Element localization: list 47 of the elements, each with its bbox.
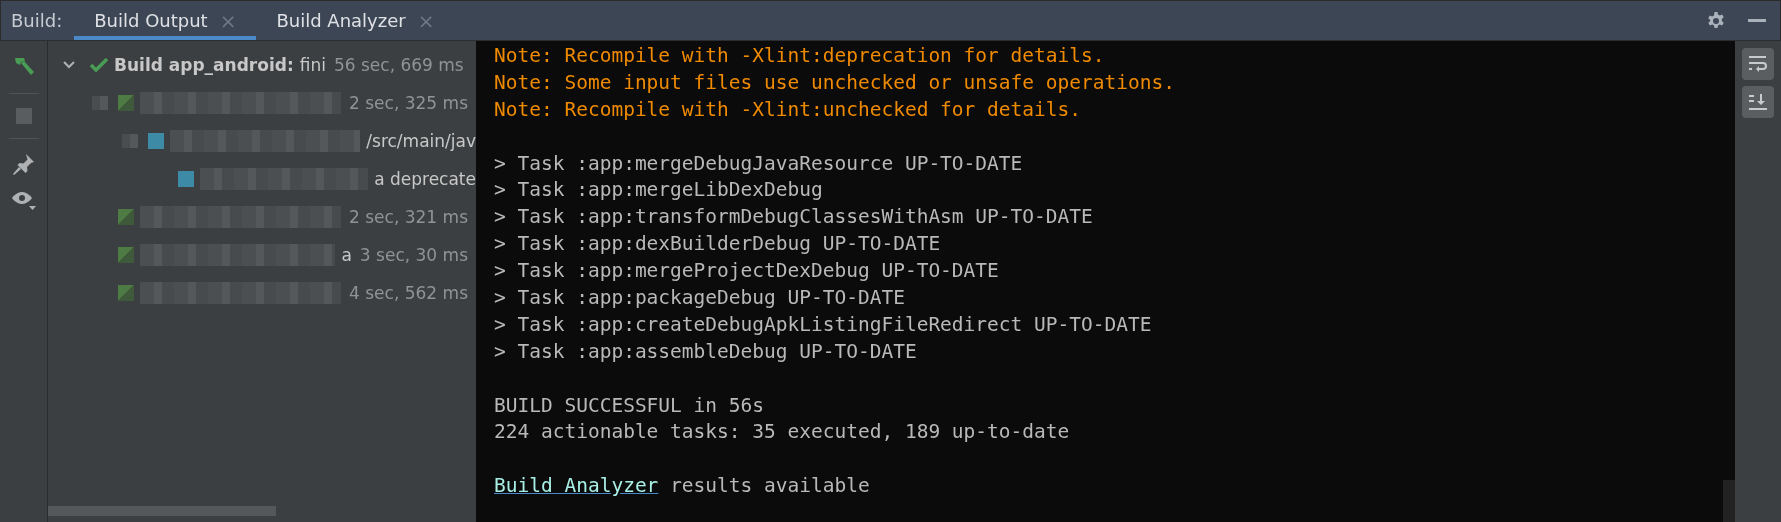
pin-icon[interactable]: [12, 153, 35, 175]
tree-label: a: [341, 245, 352, 265]
scroll-to-end-button[interactable]: [1742, 86, 1774, 118]
pixelated-task-icon: [118, 95, 134, 111]
console-link[interactable]: Build Analyzer: [494, 474, 659, 498]
console-line: 224 actionable tasks: 35 executed, 189 up-to-date: [494, 419, 1071, 446]
tab[interactable]: Build Analyzer ×: [256, 1, 455, 40]
console-line: > Task :app:mergeProjectDexDebug UP-TO-DATE: [494, 258, 1000, 285]
tab-label: Build Output: [94, 10, 208, 31]
console-line: Note: Recompile with -Xlint:deprecation for details.: [494, 43, 1106, 69]
chevron-down-icon[interactable]: [62, 60, 76, 70]
console-line: Note: Some input files use unchecked or unsafe operations.: [494, 69, 1176, 96]
build-title: Build app_android:: [114, 55, 294, 75]
console-line: > Task :app:transformDebugClassesWithAsm UP-TO-DATE: [494, 204, 1094, 231]
console-line: Note: Recompile with -Xlint:unchecked for details.: [494, 96, 1082, 123]
soft-wrap-button[interactable]: [1742, 48, 1774, 80]
minimize-icon[interactable]: [1748, 18, 1766, 23]
duration: 3 sec, 30 ms: [359, 245, 469, 265]
check-icon: [90, 58, 108, 72]
console-line: > Task :app:createDebugApkListingFileRedirect UP-TO-DATE: [494, 311, 1153, 338]
console-line: BUILD SUCCESSFUL in 56s: [494, 392, 766, 419]
pixelated-task-icon: [118, 285, 134, 301]
tree-label: a deprecate: [374, 169, 476, 189]
wrap-icon: [1748, 55, 1768, 73]
pixelated-task-icon: [118, 209, 134, 225]
tab-label: Build Analyzer: [276, 10, 406, 31]
scrollbar[interactable]: [48, 506, 276, 516]
scrollbar[interactable]: [1723, 480, 1735, 522]
console-line: > Task :app:mergeLibDexDebug: [494, 177, 824, 204]
duration: 2 sec, 321 ms: [349, 207, 469, 227]
console-line: > Task :app:dexBuilderDebug UP-TO-DATE: [494, 231, 942, 258]
duration: 2 sec, 325 ms: [349, 93, 469, 113]
scroll-to-end-icon: [1748, 93, 1768, 111]
pixelated-file-icon: [178, 171, 194, 187]
settings-icon[interactable]: [1706, 10, 1726, 31]
duration: 56 sec, 669 ms: [333, 55, 465, 75]
pixelated-file-icon: [148, 133, 164, 149]
pixelated-task-icon: [118, 247, 134, 263]
eye-icon[interactable]: [10, 189, 37, 211]
console-line: > Task :app:assembleDebug UP-TO-DATE: [494, 338, 918, 365]
tree-label: fini: [299, 55, 326, 75]
console-line: > Task :app:packageDebug UP-TO-DATE: [494, 285, 906, 311]
console-line: > Task :app:mergeDebugJavaResource UP-TO-DATE: [494, 150, 1024, 177]
console-line: results available: [670, 474, 870, 498]
tree-label: /src/main/jav: [366, 131, 476, 151]
panel-title: Build:: [11, 10, 63, 31]
duration: 4 sec, 562 ms: [349, 283, 469, 303]
